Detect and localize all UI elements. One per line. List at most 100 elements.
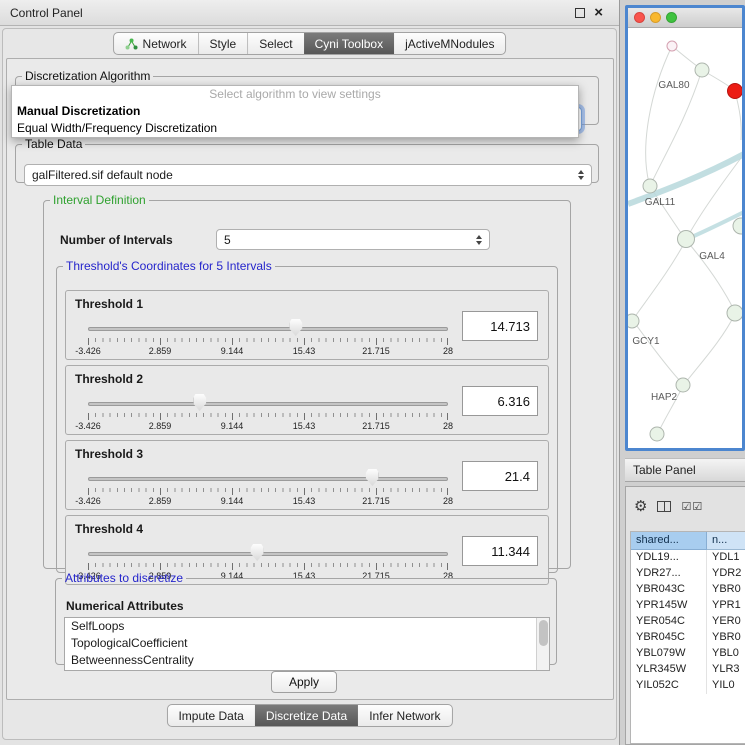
table-header-row: shared... n... [631, 532, 745, 550]
table-row[interactable]: YDL19...YDL1 [631, 550, 745, 566]
threshold-2-value-field[interactable] [462, 386, 538, 416]
table-row[interactable]: YBR043CYBR0 [631, 582, 745, 598]
network-node-gal11[interactable] [643, 179, 657, 193]
dropdown-placeholder: Select algorithm to view settings [12, 86, 578, 103]
column-header-shared-name[interactable]: shared... [631, 532, 707, 550]
combo-stepper-icon [476, 235, 482, 245]
threshold-3-value-field[interactable] [462, 461, 538, 491]
tab-select[interactable]: Select [247, 33, 303, 54]
close-traffic-light[interactable] [634, 12, 645, 23]
network-node[interactable] [727, 305, 742, 321]
slider-track[interactable] [88, 477, 448, 481]
slider-track[interactable] [88, 402, 448, 406]
table-row[interactable]: YLR345WYLR3 [631, 662, 745, 678]
table-row[interactable]: YER054CYER0 [631, 614, 745, 630]
threshold-1-panel: Threshold 1 -3.426 2.859 9.144 [65, 290, 549, 360]
cyni-discretize-panel: Discretization Algorithm Select algorith… [6, 58, 614, 700]
threshold-2-panel: Threshold 2 -3.426 2.859 9.144 [65, 365, 549, 435]
slider-track[interactable] [88, 552, 448, 556]
table-row[interactable]: YBR045CYBR0 [631, 630, 745, 646]
table-row[interactable]: YIL052CYIL0 [631, 678, 745, 694]
slider-thumb[interactable] [366, 469, 379, 486]
tab-label: Network [143, 37, 187, 51]
tab-network[interactable]: Network [114, 33, 198, 54]
scale-labels: -3.426 2.859 9.144 15.43 21.715 28 [88, 496, 448, 507]
threshold-3-panel: Threshold 3 -3.426 2.859 9.144 [65, 440, 549, 510]
top-tab-bar: Network Style Select Cyni Toolbox jActiv… [113, 32, 507, 55]
slider-thumb[interactable] [251, 544, 264, 561]
dropdown-item-equal-width-frequency[interactable]: Equal Width/Frequency Discretization [12, 120, 578, 137]
tab-infer-network[interactable]: Infer Network [358, 705, 451, 726]
close-icon[interactable]: × [594, 5, 603, 20]
tab-style[interactable]: Style [198, 33, 248, 54]
network-node[interactable] [667, 41, 677, 51]
bottom-tab-bar: Impute Data Discretize Data Infer Networ… [166, 704, 452, 727]
network-nodes [628, 41, 742, 441]
num-intervals-combobox[interactable]: 5 [216, 229, 490, 250]
threshold-2-label: Threshold 2 [75, 372, 143, 386]
node-label: GAL11 [645, 197, 676, 208]
settings-gear-icon[interactable]: ⚙ [634, 499, 647, 514]
slider-thumb[interactable] [289, 319, 302, 336]
tick-marks [88, 563, 448, 571]
table-row[interactable]: YBL079WYBL0 [631, 646, 745, 662]
scrollbar-thumb[interactable] [539, 620, 548, 646]
table-row[interactable]: YDR27...YDR2 [631, 566, 745, 582]
threshold-2-slider[interactable] [88, 393, 448, 413]
list-item-betweennesscentrality[interactable]: BetweennessCentrality [65, 652, 549, 669]
tab-label: Select [259, 37, 292, 51]
node-label: GAL4 [699, 251, 725, 262]
panel-title: Control Panel [10, 6, 83, 20]
zoom-traffic-light[interactable] [666, 12, 677, 23]
slider-track[interactable] [88, 327, 448, 331]
threshold-1-slider[interactable] [88, 318, 448, 338]
group-title-attributes: Attributes to discretize [62, 571, 186, 585]
threshold-4-slider[interactable] [88, 543, 448, 563]
table-toolbar: ⚙ ☑☑ [626, 487, 745, 525]
network-node-hap2[interactable] [676, 378, 690, 392]
list-item-topologicalcoefficient[interactable]: TopologicalCoefficient [65, 635, 549, 652]
select-columns-checkbox-icons[interactable]: ☑☑ [681, 500, 703, 513]
threshold-1-label: Threshold 1 [75, 297, 143, 311]
float-window-icon[interactable] [575, 8, 585, 18]
table-panel-title: Table Panel [633, 463, 696, 477]
tab-cyni-toolbox[interactable]: Cyni Toolbox [304, 33, 394, 54]
network-node-gcy1[interactable] [628, 314, 639, 328]
threshold-3-slider[interactable] [88, 468, 448, 488]
list-scrollbar[interactable] [536, 618, 549, 670]
node-label: HAP2 [651, 392, 678, 403]
network-node[interactable] [650, 427, 664, 441]
table-data-combobox[interactable]: galFiltered.sif default node [24, 164, 592, 186]
table-row[interactable]: YPR145WYPR1 [631, 598, 745, 614]
threshold-4-value-field[interactable] [462, 536, 538, 566]
column-header-name[interactable]: n... [707, 532, 745, 550]
table-panel-window: ⚙ ☑☑ shared... n... YDL19...YDL1 YDR27..… [625, 486, 745, 745]
number-of-intervals-label: Number of Intervals [60, 233, 173, 247]
network-canvas[interactable]: GAL80 GAL11 GAL4 GCY1 HAP2 [628, 28, 742, 448]
tab-jactivemnodules[interactable]: jActiveMNodules [394, 33, 505, 54]
slider-thumb[interactable] [193, 394, 206, 411]
network-node-gal80[interactable] [695, 63, 709, 77]
interval-definition-group: Interval Definition Number of Intervals … [43, 193, 571, 569]
show-columns-icon[interactable] [657, 501, 671, 512]
threshold-4-label: Threshold 4 [75, 522, 143, 536]
tab-impute-data[interactable]: Impute Data [167, 705, 254, 726]
window-controls: × [575, 5, 603, 20]
tab-discretize-data[interactable]: Discretize Data [255, 705, 358, 726]
scale-labels: -3.426 2.859 9.144 15.43 21.715 28 [88, 346, 448, 357]
network-node-selected-red[interactable] [728, 84, 743, 99]
threshold-3-label: Threshold 3 [75, 447, 143, 461]
threshold-1-value-field[interactable] [462, 311, 538, 341]
tab-label: Cyni Toolbox [315, 37, 383, 51]
dropdown-item-manual-discretization[interactable]: Manual Discretization [12, 103, 578, 120]
tab-label: jActiveMNodules [405, 37, 494, 51]
apply-button[interactable]: Apply [271, 671, 337, 693]
minimize-traffic-light[interactable] [650, 12, 661, 23]
tick-marks [88, 488, 448, 496]
group-title-discretization-algorithm: Discretization Algorithm [22, 69, 153, 83]
network-node[interactable] [733, 218, 742, 234]
list-item-selfloops[interactable]: SelfLoops [65, 618, 549, 635]
combo-stepper-icon [578, 170, 584, 180]
table-panel-titlebar: Table Panel [625, 458, 745, 482]
network-node-gal4[interactable] [678, 231, 695, 248]
